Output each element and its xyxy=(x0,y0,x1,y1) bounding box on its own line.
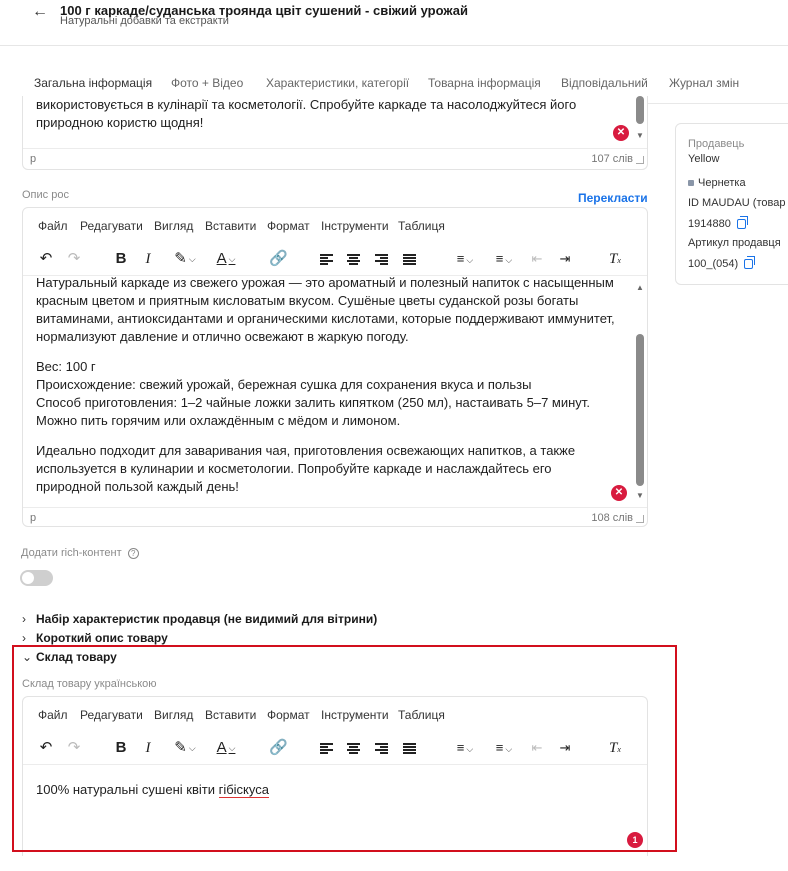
align-center-icon[interactable] xyxy=(345,248,361,270)
word-count: 107 слів xyxy=(591,153,633,165)
chevron-right-icon: › xyxy=(22,612,26,626)
page-subtitle: Натуральні добавки та екстракти xyxy=(60,15,229,27)
rich-content-label: Додати rich-контент ? xyxy=(21,547,139,559)
editor-status-bar: p 107 слів xyxy=(23,148,647,168)
error-icon[interactable]: ✕ xyxy=(611,485,627,501)
word-count: 108 слів xyxy=(591,512,633,524)
bold-icon[interactable]: B xyxy=(113,248,129,270)
undo-icon[interactable]: ↶ xyxy=(37,248,55,270)
resize-handle-icon[interactable] xyxy=(636,515,644,523)
highlight-annotation-box xyxy=(12,645,677,852)
paragraph: Вес: 100 г Происхождение: свежий урожай,… xyxy=(36,358,626,430)
scrollbar[interactable]: ▲ ▼ xyxy=(636,282,644,506)
question-circle-icon[interactable]: ? xyxy=(127,547,139,559)
numbered-list-icon[interactable]: ≡ ⌵ xyxy=(487,248,521,270)
text-line: використовується в кулінарії та косметол… xyxy=(36,97,577,112)
id-row: 1914880 xyxy=(688,216,748,230)
copy-icon[interactable] xyxy=(736,216,748,230)
outdent-icon[interactable]: ⇤ xyxy=(528,248,546,270)
copy-icon[interactable] xyxy=(744,256,756,270)
seller-label: Продавець xyxy=(688,138,745,150)
status-dot-icon xyxy=(688,180,694,187)
article-value: 100_(054) xyxy=(688,258,739,270)
tab-general-info[interactable]: Загальна інформація xyxy=(34,76,152,90)
italic-icon[interactable]: I xyxy=(141,248,155,270)
link-icon[interactable]: 🔗 xyxy=(269,248,288,270)
text-line: нормализуют давление и отлично освежают … xyxy=(36,329,409,344)
tab-responsible[interactable]: Відповідальний xyxy=(561,76,648,90)
scroll-down-icon[interactable]: ▼ xyxy=(636,492,644,500)
editor-menubar: Файл Редагувати Вигляд Вставити Формат І… xyxy=(23,208,647,244)
menu-view[interactable]: Вигляд xyxy=(154,219,193,233)
chevron-right-icon: › xyxy=(22,631,26,645)
align-right-icon[interactable] xyxy=(373,248,389,270)
page-header: ← 100 г каркаде/суданська троянда цвіт с… xyxy=(0,0,788,46)
tab-change-log[interactable]: Журнал змін xyxy=(669,76,739,90)
text-color-icon[interactable]: A ⌵ xyxy=(209,248,243,270)
description-ru-editor[interactable]: Файл Редагувати Вигляд Вставити Формат І… xyxy=(22,207,648,527)
editor-content[interactable]: Натуральный каркаде из свежего урожая — … xyxy=(36,274,626,496)
menu-edit[interactable]: Редагувати xyxy=(80,219,143,233)
menu-tools[interactable]: Інструменти xyxy=(321,219,389,233)
text-line: используется в кулинарии и косметологии.… xyxy=(36,461,552,476)
toggle-knob xyxy=(22,572,34,584)
arrow-left-icon[interactable]: ← xyxy=(32,3,48,21)
description-ru-label: Опис рос xyxy=(22,189,69,201)
error-icon[interactable]: ✕ xyxy=(613,125,629,141)
clear-formatting-icon[interactable]: Tx xyxy=(606,248,624,270)
text-line: Идеально подходит для заваривания чая, п… xyxy=(36,443,576,458)
menu-format[interactable]: Формат xyxy=(267,219,310,233)
element-path[interactable]: p xyxy=(30,153,36,165)
product-info-card: Продавець Yellow Чернетка ID MAUDAU (тов… xyxy=(675,123,788,285)
id-label: ID MAUDAU (товар xyxy=(688,197,786,209)
seller-value: Yellow xyxy=(688,153,720,165)
tab-characteristics[interactable]: Характеристики, категорії xyxy=(266,76,409,90)
paragraph: Идеально подходит для заваривания чая, п… xyxy=(36,442,626,496)
text-line: природною користю щодня! xyxy=(36,115,204,130)
section-title: Набір характеристик продавця (не видимий… xyxy=(36,612,378,626)
section-seller-characteristics[interactable]: › Набір характеристик продавця (не видими… xyxy=(22,612,377,626)
rich-content-label-text: Додати rich-контент xyxy=(21,547,122,559)
scrollbar[interactable]: ▼ xyxy=(636,96,644,146)
text-line: природной пользой каждый день! xyxy=(36,479,239,494)
paragraph: Натуральный каркаде из свежего урожая — … xyxy=(36,274,626,346)
text-line: Можно пить горячим или охлаждённым с мёд… xyxy=(36,413,401,428)
menu-table[interactable]: Таблиця xyxy=(398,219,445,233)
editor-content[interactable]: використовується в кулінарії та косметол… xyxy=(36,96,576,132)
text-line: Вес: 100 г xyxy=(36,359,96,374)
redo-icon[interactable]: ↷ xyxy=(65,248,83,270)
align-justify-icon[interactable] xyxy=(401,248,417,270)
rich-content-toggle[interactable] xyxy=(20,570,53,586)
tab-product-info[interactable]: Товарна інформація xyxy=(428,76,541,90)
menu-file[interactable]: Файл xyxy=(38,219,68,233)
text-line: Способ приготовления: 1–2 чайные ложки з… xyxy=(36,395,590,410)
align-left-icon[interactable] xyxy=(318,248,334,270)
translate-button[interactable]: Перекласти xyxy=(578,191,648,205)
article-label: Артикул продавця xyxy=(688,237,781,249)
element-path[interactable]: p xyxy=(30,512,36,524)
text-line: красным цветом и приятным кисловатым вку… xyxy=(36,293,579,308)
section-short-description[interactable]: › Короткий опис товару xyxy=(22,631,168,645)
text-line: Натуральный каркаде из свежего урожая — … xyxy=(36,275,614,290)
editor-toolbar: ↶ ↷ B I ✎ ⌵ A ⌵ 🔗 ≡ ⌵ ≡ ⌵ ⇤ ⇥ Tx xyxy=(23,244,647,276)
bullet-list-icon[interactable]: ≡ ⌵ xyxy=(448,248,482,270)
text-line: Происхождение: свежий урожай, бережная с… xyxy=(36,377,532,392)
id-value: 1914880 xyxy=(688,218,731,230)
scroll-down-icon[interactable]: ▼ xyxy=(636,132,644,140)
resize-handle-icon[interactable] xyxy=(636,156,644,164)
editor-status-bar: p 108 слів xyxy=(23,507,647,526)
menu-insert[interactable]: Вставити xyxy=(205,219,256,233)
article-row: 100_(054) xyxy=(688,256,756,270)
scroll-thumb[interactable] xyxy=(636,334,644,486)
text-line: витаминами, антиоксидантами и органическ… xyxy=(36,311,615,326)
highlight-color-icon[interactable]: ✎ ⌵ xyxy=(168,248,202,270)
tab-photo-video[interactable]: Фото + Відео xyxy=(171,76,243,90)
status-text: Чернетка xyxy=(698,177,746,189)
indent-icon[interactable]: ⇥ xyxy=(556,248,574,270)
scroll-up-icon[interactable]: ▲ xyxy=(636,284,644,292)
scroll-thumb[interactable] xyxy=(636,96,644,124)
status-badge: Чернетка xyxy=(688,177,746,189)
description-ua-editor[interactable]: використовується в кулінарії та косметол… xyxy=(22,96,648,170)
section-title: Короткий опис товару xyxy=(36,631,168,645)
